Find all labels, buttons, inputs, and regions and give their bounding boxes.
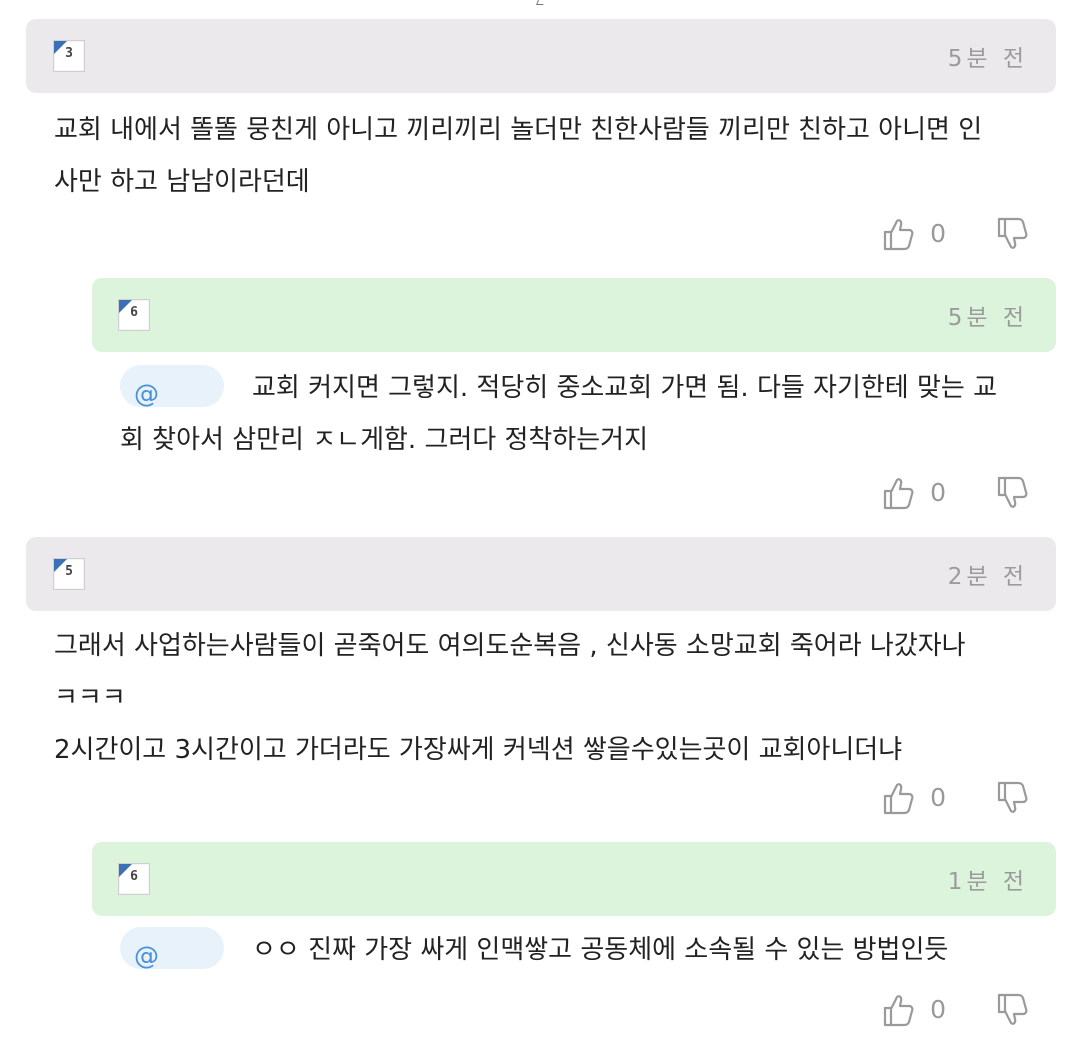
mention-at: @ (134, 378, 159, 408)
avatar-glyph: 3 (65, 46, 73, 61)
thumbs-up-icon[interactable] (882, 216, 914, 252)
avatar-glyph: 6 (130, 869, 138, 884)
timestamp: 5분 전 (947, 46, 1028, 72)
reply-text: 교회 커지면 그렇지. 적당히 중소교회 가면 됨. 다들 자기한테 맞는 교 … (120, 373, 998, 455)
avatar[interactable]: 5 (53, 558, 85, 590)
like-count: 0 (930, 995, 946, 1024)
scroll-indicator (536, 0, 545, 5)
mention-at: @ (134, 940, 159, 970)
mention-tag[interactable]: @ (120, 926, 224, 970)
timestamp: 2분 전 (947, 564, 1028, 590)
reply-header: 6 5분 전 (92, 278, 1056, 352)
thumbs-down-icon[interactable] (996, 216, 1028, 252)
vote-actions: 0 (878, 992, 1028, 1028)
thumbs-up-icon[interactable] (882, 992, 914, 1028)
reply-text-block: @ ㅇㅇ 진짜 가장 싸게 인맥쌓고 공동체에 소속될 수 있는 방법인듯 (120, 924, 1055, 976)
comment-text: 교회 내에서 똘똘 뭉친게 아니고 끼리끼리 놀더만 친한사람들 끼리만 친하고… (54, 115, 983, 197)
vote-actions: 0 (878, 216, 1028, 252)
reply-header: 6 1분 전 (92, 842, 1056, 916)
reply-text-block: @ 교회 커지면 그렇지. 적당히 중소교회 가면 됨. 다들 자기한테 맞는 교… (120, 362, 1055, 466)
like-count: 0 (930, 219, 946, 248)
avatar[interactable]: 6 (118, 299, 150, 331)
comment-header: 5 2분 전 (26, 537, 1056, 611)
like-count: 0 (930, 783, 946, 812)
thumbs-down-icon[interactable] (996, 992, 1028, 1028)
vote-actions: 0 (878, 780, 1028, 816)
avatar[interactable]: 6 (118, 863, 150, 895)
comment-header: 3 5분 전 (26, 19, 1056, 93)
avatar-glyph: 5 (65, 564, 73, 579)
mention-tag[interactable]: @ (120, 364, 224, 408)
avatar[interactable]: 3 (53, 40, 85, 72)
thumbs-up-icon[interactable] (882, 475, 914, 511)
vote-actions: 0 (878, 475, 1028, 511)
timestamp: 5분 전 (947, 305, 1028, 331)
thumbs-down-icon[interactable] (996, 780, 1028, 816)
reply-text: ㅇㅇ 진짜 가장 싸게 인맥쌓고 공동체에 소속될 수 있는 방법인듯 (252, 935, 949, 965)
thumbs-down-icon[interactable] (996, 475, 1028, 511)
comment-thread: 3 5분 전 교회 내에서 똘똘 뭉친게 아니고 끼리끼리 놀더만 친한사람들 … (0, 0, 1080, 1051)
like-count: 0 (930, 478, 946, 507)
avatar-glyph: 6 (130, 305, 138, 320)
thumbs-up-icon[interactable] (882, 780, 914, 816)
timestamp: 1분 전 (947, 869, 1028, 895)
comment-text: 그래서 사업하는사람들이 곧죽어도 여의도순복음 , 신사동 소망교회 죽어라 … (54, 631, 966, 765)
